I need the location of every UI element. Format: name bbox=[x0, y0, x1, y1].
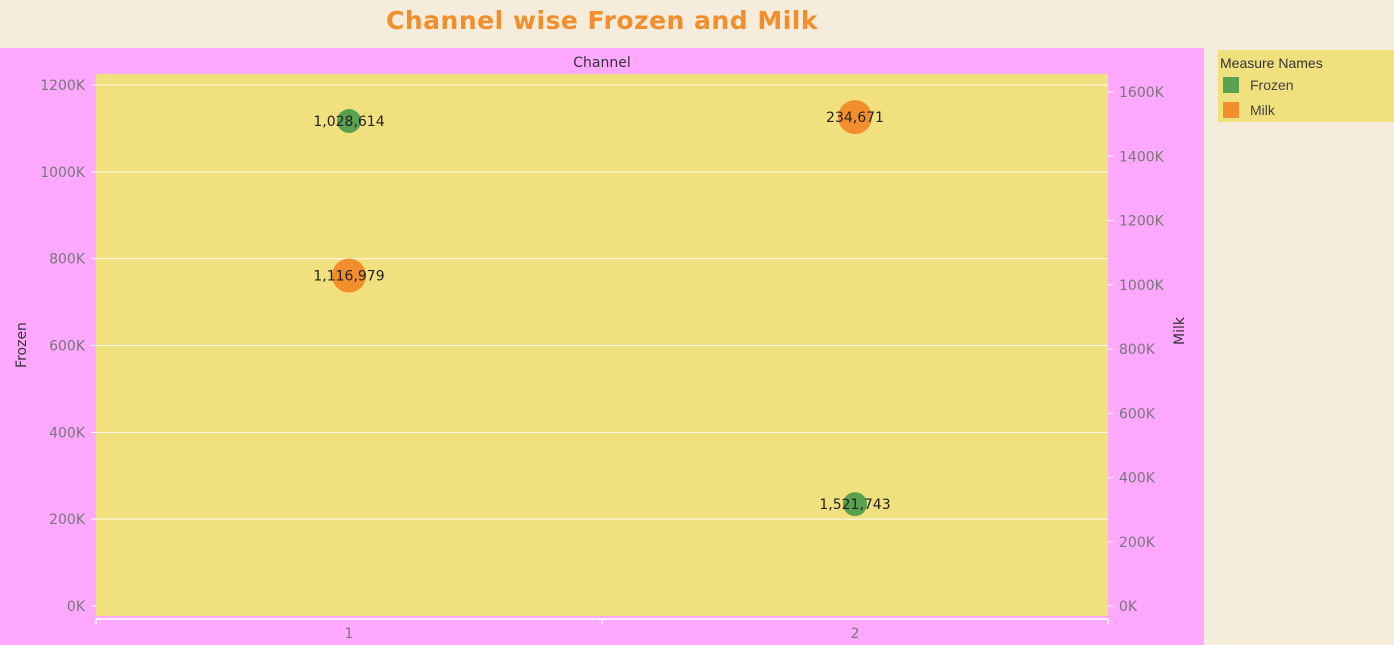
y-right-tick-label: 600K bbox=[1119, 406, 1156, 422]
y-right-tick-label: 0K bbox=[1119, 599, 1138, 615]
y-left-tick-label: 800K bbox=[49, 252, 86, 268]
legend-swatch-frozen bbox=[1223, 77, 1239, 93]
y-left-tick-label: 1200K bbox=[40, 78, 86, 94]
y-right-tick-label: 800K bbox=[1119, 342, 1156, 358]
legend-swatch-milk bbox=[1223, 102, 1239, 118]
data-label-milk-2: 234,671 bbox=[826, 110, 884, 126]
y-left-tick-label: 400K bbox=[49, 425, 86, 441]
chart-title: Channel wise Frozen and Milk bbox=[386, 6, 818, 35]
data-label-milk-1: 1,116,979 bbox=[313, 269, 384, 285]
chart-svg: 0K 200K 400K 600K 800K 1000K 1200K 0K 200K 400K 60… bbox=[14, 55, 1188, 642]
chart-panel: 0K 200K 400K 600K 800K 1000K 1200K 0K 200K 400K 60… bbox=[0, 48, 1204, 645]
y-left-axis-title: Frozen bbox=[14, 322, 30, 368]
y-right-tick-label: 1200K bbox=[1119, 214, 1165, 230]
x-tick-label: 2 bbox=[851, 626, 860, 642]
y-right-tick-label: 1400K bbox=[1119, 149, 1165, 165]
y-right-tick-label: 400K bbox=[1119, 471, 1156, 487]
legend-label-frozen: Frozen bbox=[1250, 77, 1294, 93]
legend-title: Measure Names bbox=[1220, 55, 1323, 71]
y-right-tick-label: 1600K bbox=[1119, 85, 1165, 101]
y-left-tick-label: 600K bbox=[49, 339, 86, 355]
y-right-tick-label: 1000K bbox=[1119, 278, 1165, 294]
data-label-frozen-1: 1,028,614 bbox=[313, 114, 384, 130]
x-tick-label: 1 bbox=[345, 626, 354, 642]
y-right-axis-title: Milk bbox=[1172, 316, 1188, 345]
y-right-tick-label: 200K bbox=[1119, 535, 1156, 551]
data-label-frozen-2: 1,521,743 bbox=[819, 497, 890, 513]
y-left-tick-label: 0K bbox=[67, 599, 86, 615]
legend-label-milk: Milk bbox=[1250, 102, 1275, 118]
legend: Measure Names Frozen Milk bbox=[1218, 50, 1394, 122]
y-left-tick-label: 200K bbox=[49, 512, 86, 528]
y-left-tick-label: 1000K bbox=[40, 165, 86, 181]
column-header-label: Channel bbox=[573, 55, 630, 71]
